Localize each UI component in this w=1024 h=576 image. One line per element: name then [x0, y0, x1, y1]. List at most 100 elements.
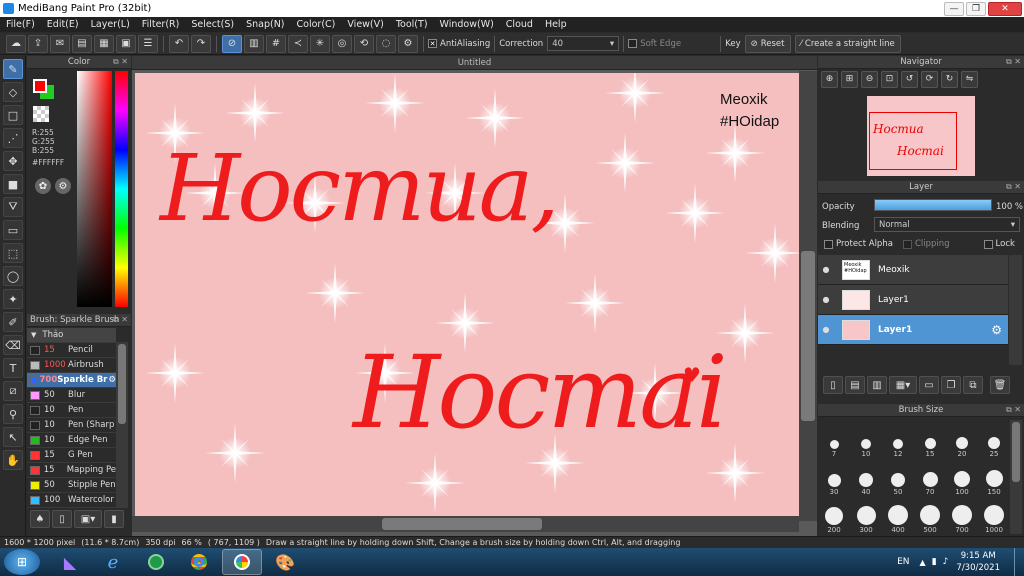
- share-icon[interactable]: ⇪: [28, 34, 48, 53]
- snap-grid-icon[interactable]: #: [266, 34, 286, 53]
- primary-color-swatch[interactable]: [33, 79, 47, 93]
- menu-select[interactable]: Select(S): [185, 19, 240, 30]
- soft-edge-checkbox[interactable]: [628, 39, 638, 48]
- shape-tool-icon[interactable]: □: [3, 105, 23, 125]
- blending-select[interactable]: Normal ▾: [874, 217, 1020, 232]
- close-button[interactable]: ✕: [988, 1, 1022, 16]
- zoom-out-icon[interactable]: ⊖: [861, 70, 878, 88]
- brush-item[interactable]: 15 G Pen: [27, 448, 116, 463]
- protect-alpha-checkbox[interactable]: [824, 239, 833, 249]
- brush-size-option[interactable]: 70: [915, 458, 945, 496]
- palette-settings-icon[interactable]: ⚙: [55, 178, 71, 194]
- brush-delete-icon[interactable]: ▮: [104, 510, 124, 528]
- text-tool-icon[interactable]: T: [3, 358, 23, 378]
- dot-tool-icon[interactable]: ⋰: [3, 128, 23, 148]
- transparent-color-swatch[interactable]: [33, 106, 49, 122]
- zoom-fit-icon[interactable]: ⊞: [841, 70, 858, 88]
- panel-controls-icon[interactable]: ⧉ ✕: [1006, 405, 1021, 415]
- visibility-icon[interactable]: ●: [818, 265, 834, 274]
- layer-list-scrollbar[interactable]: [1009, 255, 1022, 365]
- brush-size-option[interactable]: 200: [819, 496, 849, 534]
- snap-settings-icon[interactable]: ⚙: [398, 34, 418, 53]
- volume-icon[interactable]: ♪: [943, 557, 949, 567]
- create-straight-line-button[interactable]: ⁄ Create a straight line: [794, 34, 901, 53]
- snap-radial-icon[interactable]: ✳: [310, 34, 330, 53]
- brush-size-option[interactable]: 25: [979, 420, 1009, 458]
- network-icon[interactable]: ▮: [932, 557, 937, 567]
- brush-cloud-icon[interactable]: ♠: [30, 510, 50, 528]
- canvas-vertical-scrollbar[interactable]: [799, 71, 817, 521]
- menu-filter[interactable]: Filter(R): [136, 19, 186, 30]
- grid-panel-icon[interactable]: ▣: [116, 34, 136, 53]
- snap-angle-icon[interactable]: ≺: [288, 34, 308, 53]
- eyedropper-tool-icon[interactable]: ⚲: [3, 404, 23, 424]
- coccoc-icon[interactable]: [136, 549, 176, 575]
- brush-menu-icon[interactable]: ▣▾: [74, 510, 102, 528]
- menu-file[interactable]: File(F): [0, 19, 41, 30]
- material-icon[interactable]: ▤: [72, 34, 92, 53]
- lock-checkbox[interactable]: [983, 239, 993, 249]
- cloud-icon[interactable]: ☁: [6, 34, 26, 53]
- delete-layer-icon[interactable]: 🗑: [990, 376, 1010, 394]
- menu-layer[interactable]: Layer(L): [85, 19, 136, 30]
- select-eraser-tool-icon[interactable]: ⌫: [3, 335, 23, 355]
- menu-help[interactable]: Help: [539, 19, 573, 30]
- brush-list-scrollbar[interactable]: [116, 342, 128, 508]
- visibility-icon[interactable]: ●: [818, 295, 834, 304]
- zoom-actual-icon[interactable]: ⊡: [881, 70, 898, 88]
- opacity-slider[interactable]: [874, 199, 992, 211]
- brush-item[interactable]: 1000 Airbrush: [27, 358, 116, 373]
- merge-layer-icon[interactable]: ⧉: [963, 376, 983, 394]
- new-layer-icon[interactable]: ▯: [823, 376, 843, 394]
- clipping-checkbox[interactable]: [902, 239, 912, 249]
- visibility-icon[interactable]: ●: [818, 325, 834, 334]
- tray-arrow-icon[interactable]: ▲: [920, 558, 926, 567]
- brush-item[interactable]: 10 Pen (Sharp: [27, 418, 116, 433]
- rotate-right-icon[interactable]: ↻: [941, 70, 958, 88]
- menu-window[interactable]: Window(W): [434, 19, 500, 30]
- canvas-horizontal-scrollbar[interactable]: [132, 516, 799, 532]
- new-halftone-layer-icon[interactable]: ▤: [845, 376, 865, 394]
- brush-item[interactable]: 50 Stipple Pen: [27, 478, 116, 493]
- document-tab[interactable]: Untitled: [132, 56, 817, 70]
- bucket-tool-icon[interactable]: ⛛: [3, 197, 23, 217]
- navigator-preview[interactable]: Hocmua Hocmai: [867, 96, 975, 176]
- brush-size-option[interactable]: 10: [851, 420, 881, 458]
- snap-off-icon[interactable]: ⊘: [222, 34, 242, 53]
- start-button[interactable]: ⊞: [4, 549, 40, 575]
- gear-icon[interactable]: ⚙: [991, 323, 1002, 337]
- brush-item[interactable]: 10 Pen: [27, 403, 116, 418]
- gear-icon[interactable]: ⚙: [108, 375, 116, 385]
- correction-select[interactable]: 40 ▾: [547, 36, 620, 51]
- eraser-tool-icon[interactable]: ◇: [3, 82, 23, 102]
- layer-item[interactable]: ● Layer1: [818, 285, 1008, 315]
- color-saturation-box[interactable]: [77, 71, 112, 307]
- clock[interactable]: 9:15 AM 7/30/2021: [956, 550, 1000, 574]
- redo-icon[interactable]: ↷: [191, 34, 211, 53]
- rotate-left-icon[interactable]: ↺: [901, 70, 918, 88]
- brush-size-option[interactable]: 400: [883, 496, 913, 534]
- menu-view[interactable]: View(V): [341, 19, 389, 30]
- drawing-canvas[interactable]: Hocmua, Hocmai ♥ Meoxik #HOidap: [135, 73, 799, 516]
- undo-icon[interactable]: ↶: [169, 34, 189, 53]
- show-desktop-button[interactable]: [1014, 548, 1024, 576]
- brush-group-header[interactable]: ▼ Thảo: [27, 328, 116, 343]
- layer-item-selected[interactable]: ● Layer1 ⚙: [818, 315, 1008, 345]
- gradient-tool-icon[interactable]: ▭: [3, 220, 23, 240]
- menu-cloud[interactable]: Cloud: [500, 19, 539, 30]
- brush-tool-icon[interactable]: ✎: [3, 59, 23, 79]
- brush-size-option[interactable]: 12: [883, 420, 913, 458]
- brush-size-option[interactable]: 1000: [979, 496, 1009, 534]
- zoom-in-icon[interactable]: ⊕: [821, 70, 838, 88]
- divide-tool-icon[interactable]: ⧄: [3, 381, 23, 401]
- brush-size-option[interactable]: 300: [851, 496, 881, 534]
- snap-curve-icon[interactable]: ⟲: [354, 34, 374, 53]
- snap-parallel-icon[interactable]: ▥: [244, 34, 264, 53]
- paint-icon[interactable]: 🎨: [265, 549, 305, 575]
- brush-item[interactable]: 100 Watercolor: [27, 493, 116, 508]
- brush-add-icon[interactable]: ▯: [52, 510, 72, 528]
- duplicate-layer-icon[interactable]: ❐: [941, 376, 961, 394]
- medibang-icon[interactable]: [222, 549, 262, 575]
- brush-size-option[interactable]: 500: [915, 496, 945, 534]
- brush-size-option[interactable]: 7: [819, 420, 849, 458]
